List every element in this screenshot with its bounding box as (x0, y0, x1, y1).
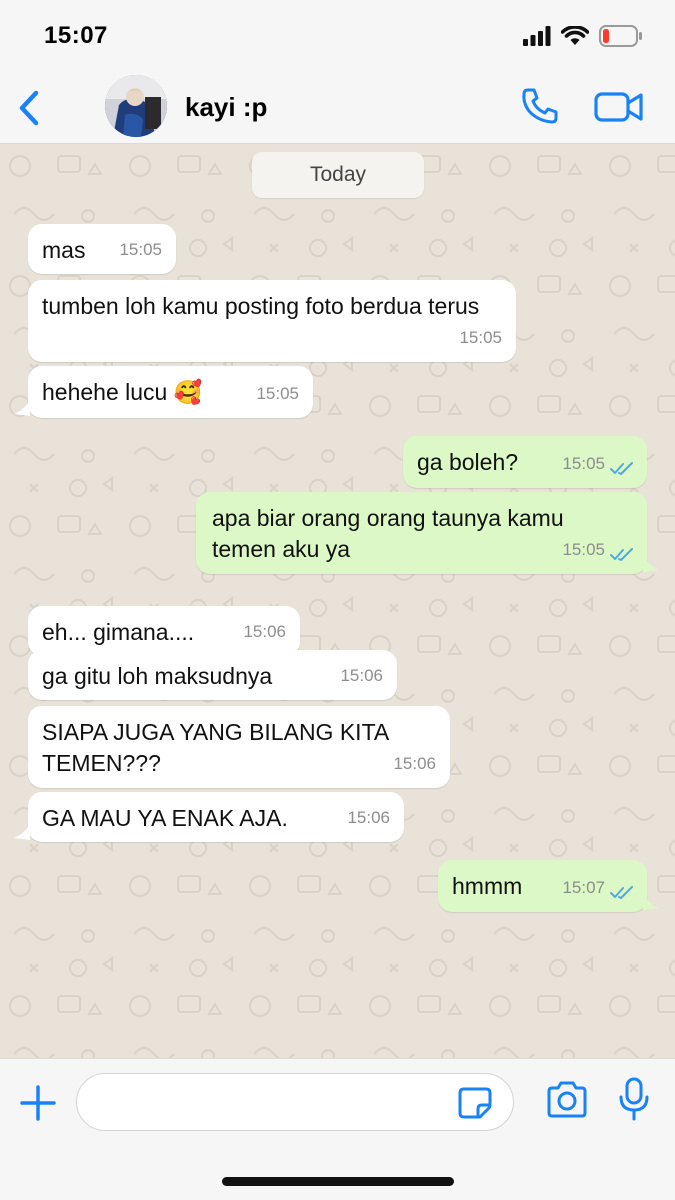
message-text: apa biar orang orang taunya kamu temen a… (212, 505, 564, 562)
avatar-photo (105, 75, 167, 137)
incoming-message[interactable]: mas 15:05 (28, 224, 176, 274)
status-time: 15:07 (44, 22, 108, 49)
sticker-icon[interactable] (458, 1087, 492, 1119)
avatar[interactable] (105, 75, 167, 137)
message-text: ga boleh? (417, 449, 519, 475)
message-time: 15:06 (243, 622, 286, 641)
message-text: mas (42, 237, 86, 263)
chat-area[interactable]: Today mas 15:05 tumben loh kamu posting … (0, 144, 675, 1058)
outgoing-message[interactable]: ga boleh? 15:05 (403, 436, 647, 488)
phone-icon[interactable] (520, 86, 560, 126)
status-icons (523, 24, 643, 48)
message-text: GA MAU YA ENAK AJA. (42, 805, 288, 831)
message-text: ga gitu loh maksudnya (42, 663, 273, 689)
message-time: 15:05 (256, 384, 299, 403)
incoming-message[interactable]: GA MAU YA ENAK AJA. 15:06 (28, 792, 404, 842)
message-time: 15:05 (119, 240, 162, 259)
outgoing-message[interactable]: hmmm 15:07 (438, 860, 647, 912)
video-camera-icon[interactable] (594, 90, 644, 124)
read-receipt-icon (610, 462, 633, 475)
read-receipt-icon (610, 548, 633, 561)
message-text: hehehe lucu 🥰 (42, 379, 203, 405)
camera-icon[interactable] (545, 1081, 589, 1119)
home-indicator[interactable] (222, 1177, 454, 1186)
incoming-message[interactable]: ga gitu loh maksudnya 15:06 (28, 650, 397, 700)
plus-icon[interactable] (18, 1083, 58, 1123)
composer-bar (0, 1058, 675, 1200)
chevron-left-icon[interactable] (14, 88, 44, 128)
message-time: 15:05 (562, 454, 605, 473)
chat-header: kayi :p (0, 70, 675, 144)
bubble-tail (14, 824, 30, 840)
message-text: eh... gimana.... (42, 619, 195, 645)
message-time: 15:07 (562, 878, 605, 897)
message-time: 15:06 (340, 666, 383, 685)
message-text: SIAPA JUGA YANG BILANG KITA TEMEN??? (42, 719, 388, 776)
wifi-icon (561, 26, 589, 45)
message-input[interactable] (76, 1073, 514, 1131)
message-time: 15:05 (562, 540, 605, 559)
status-bar: 15:07 (0, 0, 675, 70)
incoming-message[interactable]: SIAPA JUGA YANG BILANG KITA TEMEN??? 15:… (28, 706, 450, 788)
message-text: tumben loh kamu posting foto berdua teru… (42, 293, 480, 319)
read-receipt-icon (610, 886, 633, 899)
message-time: 15:06 (393, 754, 436, 773)
outgoing-message[interactable]: apa biar orang orang taunya kamu temen a… (196, 492, 647, 574)
bubble-tail (643, 894, 659, 910)
bubble-tail (14, 400, 30, 416)
signal-icon (523, 26, 551, 46)
incoming-message[interactable]: eh... gimana.... 15:06 (28, 606, 300, 656)
message-time: 15:06 (347, 808, 390, 827)
date-separator: Today (252, 152, 424, 198)
message-time: 15:05 (459, 328, 502, 347)
message-text: hmmm (452, 873, 523, 899)
contact-name[interactable]: kayi :p (185, 92, 267, 123)
bubble-tail (643, 556, 659, 572)
incoming-message[interactable]: hehehe lucu 🥰 15:05 (28, 366, 313, 418)
incoming-message[interactable]: tumben loh kamu posting foto berdua teru… (28, 280, 516, 362)
battery-icon (599, 25, 642, 47)
microphone-icon[interactable] (618, 1077, 650, 1121)
